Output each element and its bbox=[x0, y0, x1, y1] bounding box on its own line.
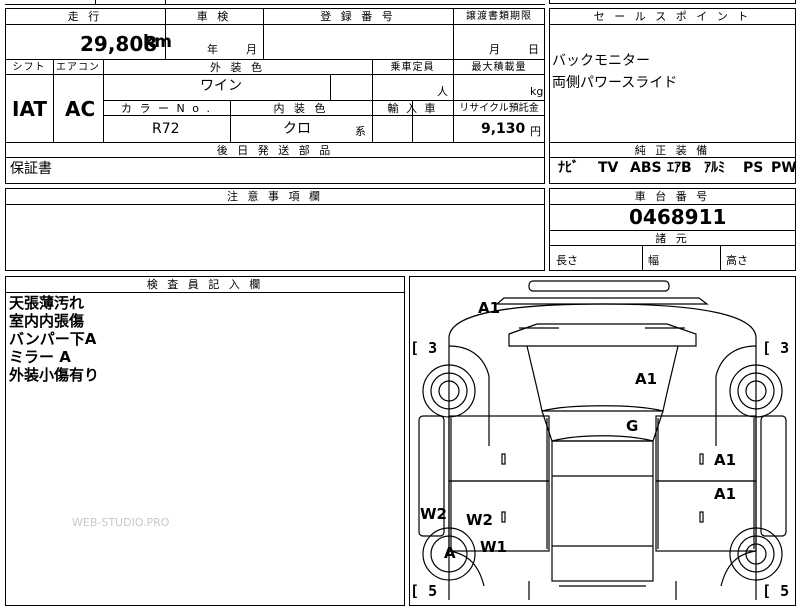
tire-rear-left-value: 5 bbox=[428, 582, 438, 600]
dims-header-line bbox=[549, 245, 796, 246]
notes-header-line bbox=[5, 204, 545, 205]
transfer-deadline-label: 譲渡書類期限 bbox=[466, 11, 532, 22]
max-load-label: 最大積載量 bbox=[471, 62, 527, 73]
car-outline-diagram bbox=[418, 280, 787, 600]
equip-ps: PS bbox=[743, 160, 764, 176]
mark-left-rear-fender: W1 bbox=[480, 538, 507, 556]
top-strip-divider bbox=[95, 0, 96, 4]
sales-point-1: バックモニター bbox=[552, 53, 650, 69]
dims-div-2 bbox=[720, 245, 721, 271]
delivery-top-line bbox=[5, 142, 545, 143]
mark-left-rear-door: W2 bbox=[466, 511, 493, 529]
mark-right-front-door: A1 bbox=[714, 451, 737, 469]
length-label: 長さ bbox=[556, 254, 578, 267]
tire-front-right: [ 3 bbox=[762, 339, 790, 357]
sales-points-label: セ ー ル ス ポ イ ン ト bbox=[593, 10, 752, 23]
mileage-unit: km bbox=[143, 32, 173, 52]
dims-top-line bbox=[549, 230, 796, 231]
inspector-header-line bbox=[5, 292, 405, 293]
exterior-color-label: 外 装 色 bbox=[210, 61, 265, 74]
interior-color-suffix: 系 bbox=[355, 125, 366, 138]
max-load-unit: kg bbox=[530, 85, 544, 98]
transfer-day: 日 bbox=[528, 43, 539, 56]
recycle-label: リサイクル預託金 bbox=[459, 103, 539, 114]
width-label: 幅 bbox=[648, 254, 659, 267]
inspector-line-2: 室内内張傷 bbox=[9, 312, 85, 330]
delivery-value: 保証書 bbox=[10, 161, 52, 177]
top-strip-divider-2 bbox=[165, 0, 166, 4]
import-label: 輸 入 車 bbox=[387, 102, 438, 115]
tire-front-left: [ 3 bbox=[410, 339, 438, 357]
row2-header-line bbox=[5, 74, 545, 75]
exterior-color-value: ワイン bbox=[200, 78, 242, 94]
mark-hood: A1 bbox=[635, 370, 658, 388]
capacity-unit: 人 bbox=[437, 85, 448, 98]
watermark: WEB-STUDIO.PRO bbox=[72, 516, 170, 529]
inspector-line-1: 天張薄汚れ bbox=[9, 294, 85, 312]
notes-label: 注 意 事 項 欄 bbox=[227, 190, 323, 203]
equip-nav: ﾅﾋﾞ bbox=[558, 160, 579, 176]
delivery-header-line bbox=[5, 157, 545, 158]
shift-label: シフト bbox=[12, 62, 46, 73]
chassis-label: 車 台 番 号 bbox=[634, 190, 711, 203]
sales-point-2: 両側パワースライド bbox=[552, 75, 678, 91]
height-label: 高さ bbox=[726, 254, 748, 267]
inspector-line-3: バンパー下A bbox=[9, 330, 97, 348]
inspector-label: 検 査 員 記 入 欄 bbox=[146, 278, 264, 291]
mark-right-rear-door: A1 bbox=[714, 485, 737, 503]
registration-label: 登 録 番 号 bbox=[320, 10, 396, 23]
tire-front-left-value: 3 bbox=[428, 339, 438, 357]
shift-value: IAT bbox=[12, 97, 48, 121]
equipment-top-line bbox=[549, 142, 796, 143]
equip-alloy: ｱﾙﾐ bbox=[704, 160, 725, 176]
tire-front-right-value: 3 bbox=[780, 339, 790, 357]
top-strip-right bbox=[549, 0, 796, 4]
inspection-label: 車 検 bbox=[196, 10, 232, 23]
mileage-label: 走 行 bbox=[67, 10, 103, 23]
interior-color-label: 内 装 色 bbox=[273, 102, 329, 115]
delivery-label: 後 日 発 送 部 品 bbox=[216, 144, 334, 157]
equip-airbag: ｴｱB bbox=[667, 160, 692, 176]
dimensions-label: 諸 元 bbox=[655, 232, 690, 245]
ac-value: AC bbox=[65, 97, 96, 121]
recycle-value: 9,130 bbox=[481, 121, 526, 137]
equipment-header-line bbox=[549, 157, 796, 158]
mark-roof-front: A1 bbox=[478, 299, 501, 317]
transfer-month: 月 bbox=[489, 43, 500, 56]
inspector-line-4: ミラー A bbox=[9, 348, 71, 366]
ac-label: エアコン bbox=[56, 62, 100, 73]
chassis-number: 0468911 bbox=[629, 205, 727, 229]
row3-header-line bbox=[103, 115, 545, 116]
equip-pw: PW bbox=[771, 160, 797, 176]
inspection-year: 年 bbox=[207, 43, 218, 56]
recycle-unit: 円 bbox=[530, 125, 541, 138]
equip-abs: ABS bbox=[630, 160, 662, 176]
row1-header-line bbox=[5, 24, 545, 25]
interior-color-value: クロ bbox=[283, 121, 311, 137]
top-strip-line bbox=[5, 4, 545, 5]
tire-rear-right-value: 5 bbox=[780, 582, 790, 600]
color-no-label: カ ラ ー N o . bbox=[121, 102, 212, 115]
mark-left-rear-panel: W2 bbox=[420, 505, 447, 523]
row2-div-color-sub bbox=[330, 74, 331, 100]
equip-tv: TV bbox=[598, 160, 619, 176]
mark-left-rear-wheel: A bbox=[444, 544, 456, 562]
equipment-label: 純 正 装 備 bbox=[634, 144, 711, 157]
mark-windshield: G bbox=[626, 417, 639, 435]
tire-rear-right: [ 5 bbox=[762, 582, 790, 600]
inspection-month: 月 bbox=[246, 43, 257, 56]
sales-header-line bbox=[549, 24, 796, 25]
row3-top-line bbox=[103, 100, 545, 101]
color-no-value: R72 bbox=[152, 121, 180, 137]
row2-top-line bbox=[5, 59, 545, 60]
tire-rear-left: [ 5 bbox=[410, 582, 438, 600]
capacity-label: 乗車定員 bbox=[390, 62, 435, 73]
inspector-line-5: 外装小傷有り bbox=[9, 366, 100, 384]
dims-div-1 bbox=[642, 245, 643, 271]
